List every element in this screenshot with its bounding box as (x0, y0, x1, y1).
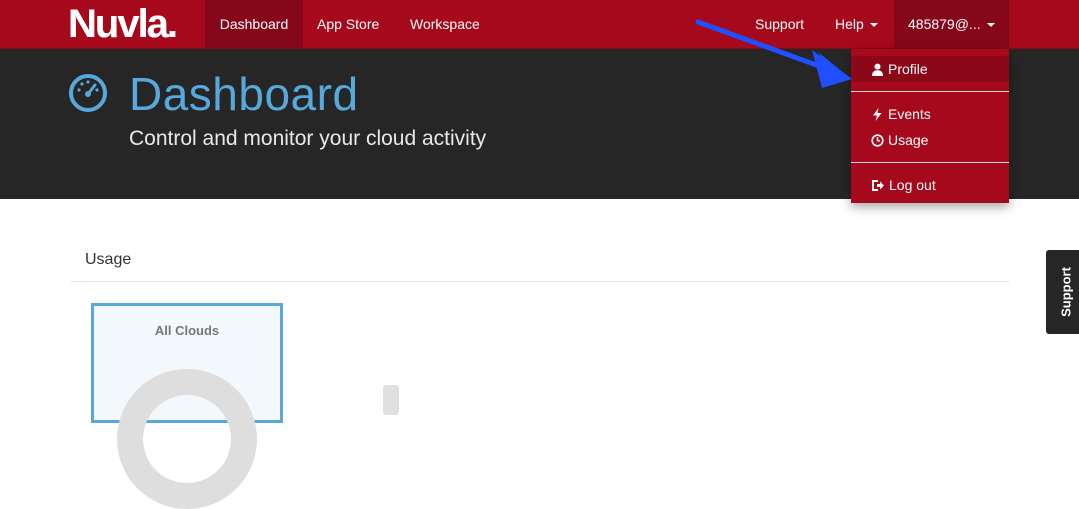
user-dropdown-menu: Profile Events Usage Log out (851, 49, 1009, 203)
nav-app-store[interactable]: App Store (303, 0, 393, 48)
caret-down-icon (869, 23, 878, 28)
nav-user-label: 485879@... (908, 16, 981, 32)
annotation-arrow-icon (695, 19, 852, 88)
gauge-icon (69, 74, 107, 112)
usage-donut-chart (117, 369, 257, 509)
menu-divider (851, 162, 1009, 163)
nav-workspace[interactable]: Workspace (396, 0, 494, 48)
menu-item-label: Profile (888, 61, 928, 77)
menu-item-events[interactable]: Events (851, 101, 1009, 127)
menu-item-label: Log out (889, 177, 936, 193)
carousel-scroll-handle[interactable] (383, 385, 399, 415)
usage-section-title: Usage (85, 251, 132, 268)
clock-icon (871, 134, 884, 147)
menu-item-label: Events (888, 106, 931, 122)
menu-item-label: Usage (888, 132, 929, 148)
menu-item-log-out[interactable]: Log out (851, 172, 1009, 198)
nav-dashboard[interactable]: Dashboard (205, 0, 303, 48)
bolt-icon (873, 108, 882, 121)
page-subtitle: Control and monitor your cloud activity (129, 127, 487, 150)
page-title: Dashboard (129, 68, 359, 120)
menu-item-profile[interactable]: Profile (851, 56, 1009, 82)
nav-user-dropdown[interactable]: 485879@... (894, 0, 1009, 48)
menu-item-usage[interactable]: Usage (851, 127, 1009, 153)
card-title: All Clouds (154, 323, 220, 338)
all-clouds-card[interactable]: All Clouds (91, 303, 283, 509)
menu-divider (851, 91, 1009, 92)
log-out-icon (872, 180, 884, 191)
nuvla-logo[interactable]: Nuvla. (68, 3, 178, 45)
top-navbar: Nuvla. Dashboard App Store Workspace Sup… (0, 0, 1079, 49)
side-support-label: Support (1058, 267, 1074, 317)
side-support-tab[interactable]: Support (1046, 250, 1079, 334)
user-icon (872, 63, 883, 76)
caret-down-icon (986, 23, 995, 28)
section-divider (70, 281, 1010, 282)
